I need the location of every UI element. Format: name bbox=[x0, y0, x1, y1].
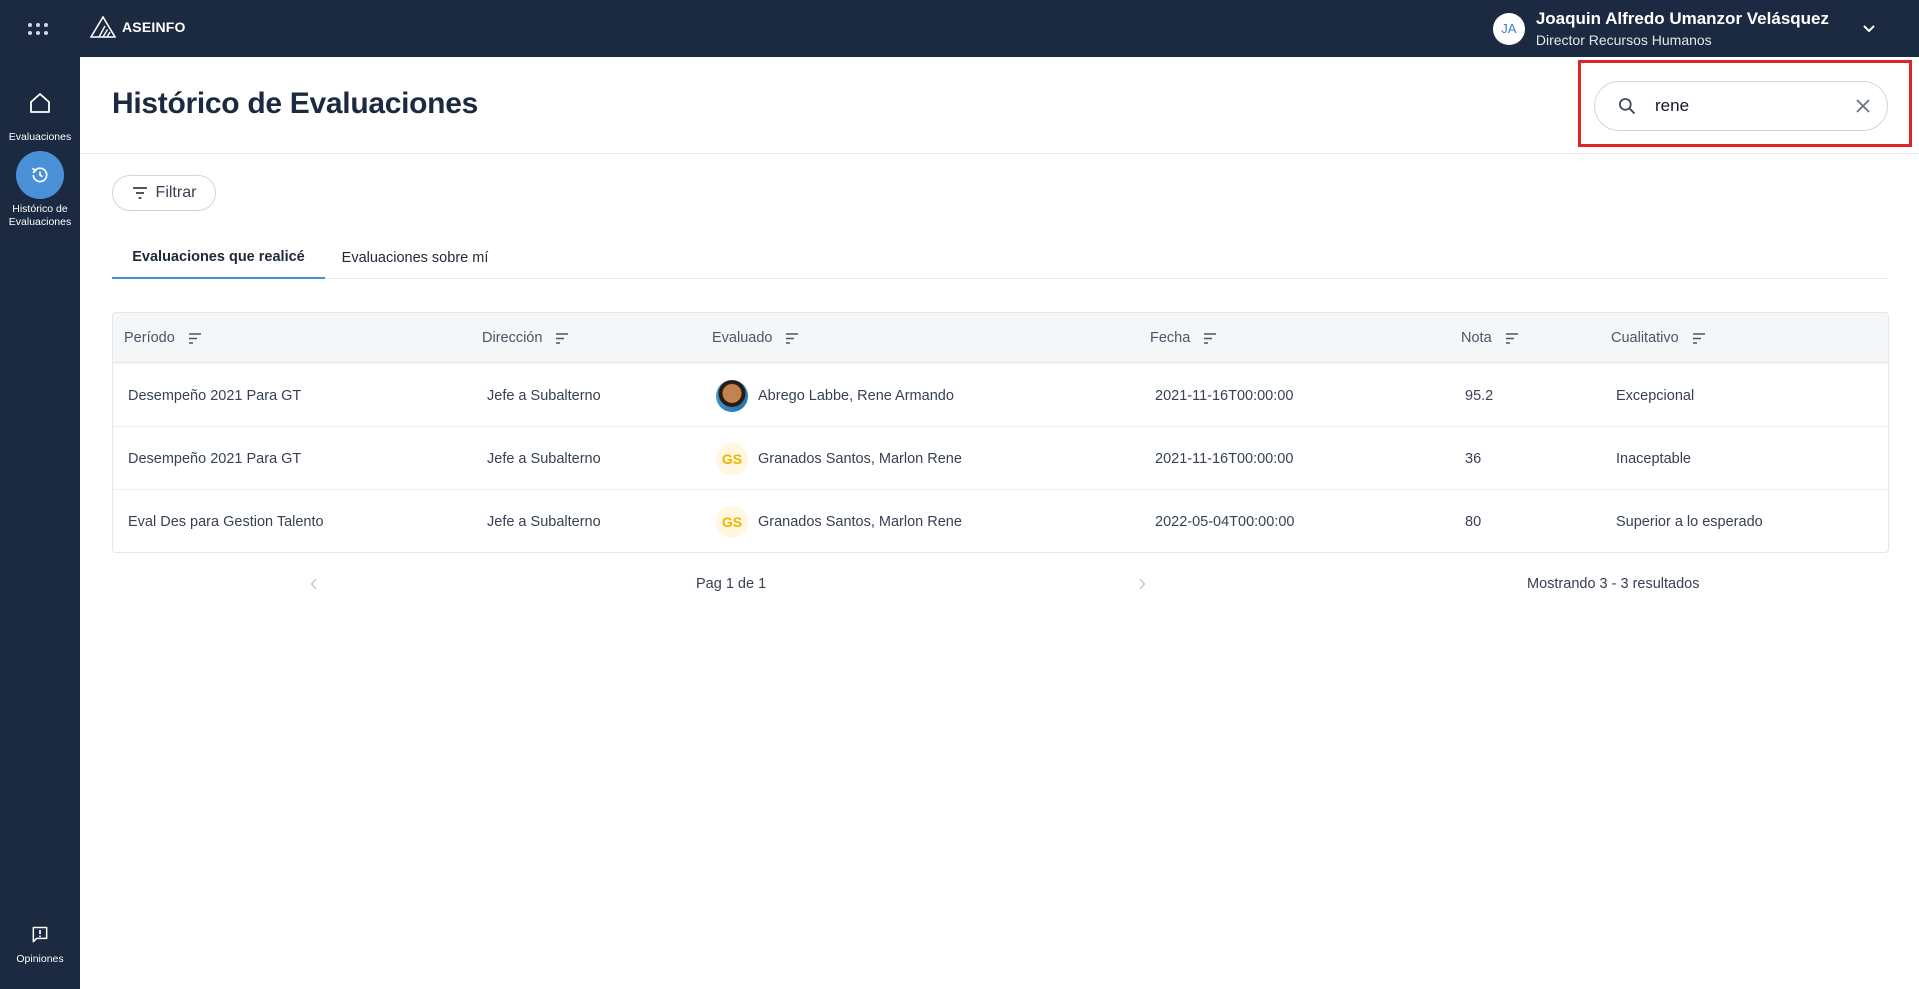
user-avatar[interactable]: JA bbox=[1492, 12, 1525, 45]
chevron-left-icon[interactable] bbox=[302, 572, 326, 596]
sidebar-item-evaluaciones[interactable]: Evaluaciones bbox=[0, 79, 80, 144]
cell-cualitativo: Excepcional bbox=[1616, 387, 1695, 404]
sort-icon[interactable] bbox=[1691, 330, 1707, 346]
filter-label: Filtrar bbox=[155, 184, 197, 201]
history-icon bbox=[16, 151, 64, 199]
cell-evaluado: GS Granados Santos, Marlon Rene bbox=[716, 490, 962, 552]
search-icon bbox=[1615, 94, 1639, 118]
cell-evaluado: Abrego Labbe, Rene Armando bbox=[716, 364, 954, 427]
cell-periodo: Desempeño 2021 Para GT bbox=[128, 450, 302, 467]
column-header-label: Cualitativo bbox=[1611, 330, 1679, 346]
avatar bbox=[716, 379, 748, 412]
avatar: GS bbox=[716, 442, 748, 475]
cell-fecha: 2021-11-16T00:00:00 bbox=[1155, 387, 1294, 404]
column-header-label: Fecha bbox=[1150, 330, 1191, 346]
search-input[interactable] bbox=[1655, 96, 1845, 116]
sort-icon[interactable] bbox=[784, 330, 800, 346]
sidebar-item-label: Evaluaciones bbox=[8, 131, 72, 143]
sort-icon[interactable] bbox=[554, 330, 570, 346]
column-header-label: Evaluado bbox=[712, 330, 773, 346]
search-box[interactable] bbox=[1594, 81, 1888, 131]
user-info: Joaquin Alfredo Umanzor Velásquez Direct… bbox=[1536, 9, 1829, 49]
column-header-fecha: Fecha bbox=[1150, 313, 1218, 363]
cell-nota: 95.2 bbox=[1465, 387, 1494, 404]
home-icon bbox=[16, 79, 64, 127]
sidebar-item-label: Opiniones bbox=[16, 953, 64, 965]
tab-evaluaciones-sobre-mi[interactable]: Evaluaciones sobre mí bbox=[325, 236, 505, 279]
aseinfo-logo-icon bbox=[90, 16, 116, 38]
cell-fecha: 2022-05-04T00:00:00 bbox=[1155, 513, 1295, 530]
sidebar-item-label: Histórico de Evaluaciones bbox=[8, 203, 72, 228]
evaluado-name: Abrego Labbe, Rene Armando bbox=[758, 387, 954, 404]
evaluations-table: Período Dirección Evaluado Fecha Nota Cu… bbox=[112, 312, 1889, 553]
pagination: Pag 1 de 1 Mostrando 3 - 3 resultados bbox=[112, 570, 1889, 598]
chevron-down-icon[interactable] bbox=[1857, 17, 1881, 41]
tabs: Evaluaciones que realicé Evaluaciones so… bbox=[112, 236, 1888, 279]
tab-evaluaciones-que-realice[interactable]: Evaluaciones que realicé bbox=[112, 236, 325, 279]
cell-periodo: Desempeño 2021 Para GT bbox=[128, 387, 302, 404]
column-header-evaluado: Evaluado bbox=[712, 313, 800, 363]
column-header-label: Nota bbox=[1461, 330, 1492, 346]
column-header-direccion: Dirección bbox=[482, 313, 570, 363]
cell-nota: 80 bbox=[1465, 513, 1482, 530]
table-row[interactable]: Desempeño 2021 Para GT Jefe a Subalterno… bbox=[113, 427, 1888, 490]
table-row[interactable]: Eval Des para Gestion Talento Jefe a Sub… bbox=[113, 490, 1888, 552]
table-row[interactable]: Desempeño 2021 Para GT Jefe a Subalterno… bbox=[113, 364, 1888, 427]
results-count: Mostrando 3 - 3 resultados bbox=[1527, 576, 1700, 592]
sort-icon[interactable] bbox=[187, 330, 203, 346]
cell-fecha: 2021-11-16T00:00:00 bbox=[1155, 450, 1294, 467]
cell-cualitativo: Inaceptable bbox=[1616, 450, 1691, 467]
cell-direccion: Jefe a Subalterno bbox=[487, 513, 601, 530]
column-header-periodo: Período bbox=[124, 313, 203, 363]
brand-logo[interactable]: ASEINFO bbox=[90, 16, 186, 38]
sort-icon[interactable] bbox=[1202, 330, 1218, 346]
cell-nota: 36 bbox=[1465, 450, 1482, 467]
cell-direccion: Jefe a Subalterno bbox=[487, 450, 601, 467]
user-role: Director Recursos Humanos bbox=[1535, 31, 1712, 48]
table-header: Período Dirección Evaluado Fecha Nota Cu… bbox=[113, 313, 1888, 363]
filter-button[interactable]: Filtrar bbox=[112, 175, 216, 211]
evaluado-name: Granados Santos, Marlon Rene bbox=[758, 513, 962, 530]
user-menu[interactable]: JA Joaquin Alfredo Umanzor Velásquez Dir… bbox=[1492, 0, 1919, 57]
evaluado-name: Granados Santos, Marlon Rene bbox=[758, 450, 962, 467]
cell-evaluado: GS Granados Santos, Marlon Rene bbox=[716, 427, 962, 490]
column-header-nota: Nota bbox=[1461, 313, 1520, 363]
user-name: Joaquin Alfredo Umanzor Velásquez bbox=[1535, 8, 1829, 28]
feedback-icon bbox=[16, 921, 64, 949]
sidebar: Evaluaciones Histórico de Evaluaciones O… bbox=[0, 57, 80, 989]
column-header-label: Dirección bbox=[482, 330, 543, 346]
column-header-label: Período bbox=[124, 330, 175, 346]
chevron-right-icon[interactable] bbox=[1130, 572, 1154, 596]
column-header-cualitativo: Cualitativo bbox=[1611, 313, 1707, 363]
cell-direccion: Jefe a Subalterno bbox=[487, 387, 601, 404]
cell-cualitativo: Superior a lo esperado bbox=[1616, 513, 1763, 530]
close-icon[interactable] bbox=[1851, 94, 1875, 118]
avatar: GS bbox=[716, 505, 748, 538]
page-title: Histórico de Evaluaciones bbox=[112, 87, 478, 120]
apps-grid-icon[interactable] bbox=[25, 16, 51, 42]
brand-name: ASEINFO bbox=[122, 19, 186, 35]
top-bar: ASEINFO JA Joaquin Alfredo Umanzor Velás… bbox=[0, 0, 1919, 57]
cell-periodo: Eval Des para Gestion Talento bbox=[128, 513, 324, 530]
filter-icon bbox=[132, 187, 147, 199]
page-header: Histórico de Evaluaciones bbox=[80, 57, 1919, 154]
sort-icon[interactable] bbox=[1504, 330, 1520, 346]
sidebar-item-historico[interactable]: Histórico de Evaluaciones bbox=[0, 151, 80, 229]
sidebar-item-opiniones[interactable]: Opiniones bbox=[0, 921, 80, 966]
page-indicator: Pag 1 de 1 bbox=[696, 576, 767, 592]
